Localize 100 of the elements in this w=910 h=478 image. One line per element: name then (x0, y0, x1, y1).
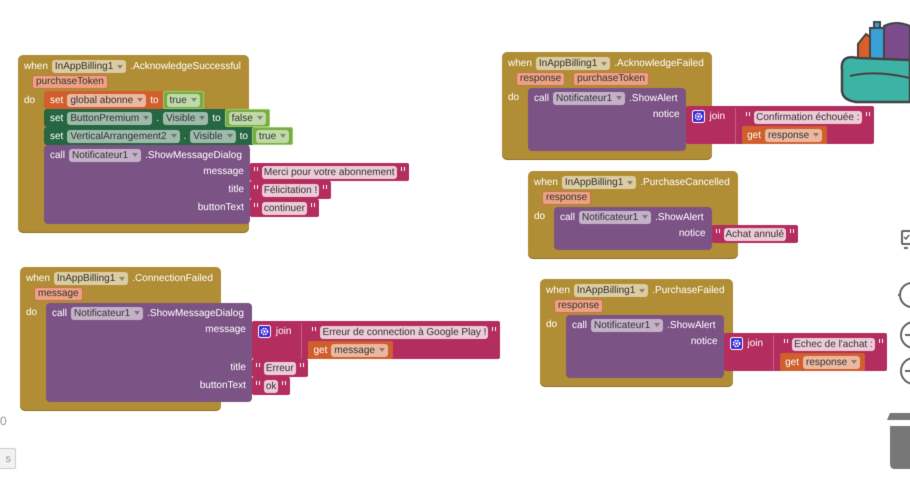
keyword-label: do (508, 91, 520, 105)
component-dropdown[interactable]: InAppBilling1 (536, 57, 610, 70)
keyword-label: do (26, 306, 38, 320)
argument-label: buttonText (198, 201, 244, 213)
keyword-label: join (748, 338, 764, 348)
keyword-label: do (546, 318, 558, 332)
keyword-label: . (156, 112, 160, 124)
dropdown-arrow-icon (280, 134, 286, 138)
dropdown-arrow-icon (601, 62, 608, 66)
argument-label: notice (690, 335, 718, 347)
keyword-label: get (785, 356, 799, 368)
method-name: .ShowAlert (655, 212, 704, 222)
component-dropdown[interactable]: ButtonPremium (67, 112, 152, 124)
keyword-label: when (24, 61, 48, 72)
dropdown-arrow-icon (616, 96, 622, 100)
text-value: Erreur de connection à Google Play ! (320, 326, 488, 338)
argument-label: title (228, 183, 244, 195)
parameter-chip[interactable]: response (554, 299, 604, 313)
keyword-label: call (534, 92, 550, 104)
text-value: Merci pour votre abonnement (262, 166, 396, 178)
component-dropdown[interactable]: Notificateur1 (69, 148, 142, 162)
component-dropdown[interactable]: InAppBilling1 (574, 284, 648, 297)
keyword-label: call (52, 308, 68, 318)
dropdown-arrow-icon (639, 288, 646, 292)
keyword-label: call (560, 212, 576, 222)
text-value: Erreur (264, 362, 296, 374)
cut-text: 0 (0, 414, 7, 428)
parameter-chip[interactable]: purchaseToken (32, 75, 108, 89)
argument-label: notice (652, 108, 680, 120)
keyword-label: to (150, 94, 159, 106)
argument-label: notice (678, 227, 706, 239)
keyword-label: set (50, 112, 64, 124)
keyword-label: join (710, 110, 726, 122)
event-name: .AcknowledgeSuccessful (130, 61, 241, 72)
event-name: .AcknowledgeFailed (614, 58, 704, 69)
event-name: .PurchaseFailed (652, 285, 725, 296)
method-name: .ShowMessageDialog (145, 150, 242, 160)
boolean-dropdown[interactable]: false (228, 112, 266, 124)
property-dropdown[interactable]: Visible (163, 112, 208, 124)
text-value: Félicitation ! (262, 184, 320, 196)
event-name: .PurchaseCancelled (640, 177, 730, 188)
keyword-label: when (546, 285, 570, 296)
method-name: .ShowMessageDialog (147, 308, 244, 318)
text-value: Confirmation échouée : (754, 110, 862, 124)
gear-icon[interactable] (730, 336, 743, 350)
keyword-label: get (313, 344, 328, 356)
keyword-label: to (212, 112, 221, 124)
boolean-dropdown[interactable]: true (166, 94, 200, 106)
parameter-chip[interactable]: response (542, 191, 592, 205)
keyword-label: set (50, 94, 64, 106)
parameter-chip[interactable]: response (516, 72, 566, 86)
variable-dropdown[interactable]: message (331, 344, 388, 356)
trash-icon[interactable] (887, 410, 910, 469)
keyword-label: . (184, 130, 186, 142)
argument-label: title (230, 361, 246, 373)
dropdown-arrow-icon (137, 98, 144, 102)
argument-label: buttonText (200, 379, 246, 391)
variable-dropdown[interactable]: response (765, 128, 822, 142)
boolean-dropdown[interactable]: true (256, 130, 290, 142)
component-dropdown[interactable]: InAppBilling1 (54, 272, 128, 285)
keyword-label: set (50, 130, 64, 142)
text-value: Echec de l'achat : (792, 338, 875, 350)
dropdown-arrow-icon (378, 348, 385, 352)
argument-label: message (203, 165, 244, 177)
dropdown-arrow-icon (256, 116, 263, 120)
keyword-label: do (24, 94, 36, 108)
component-dropdown[interactable]: InAppBilling1 (52, 60, 126, 73)
component-dropdown[interactable]: Notificateur1 (579, 210, 652, 224)
component-dropdown[interactable]: Notificateur1 (553, 92, 626, 104)
component-dropdown[interactable]: Notificateur1 (71, 306, 144, 320)
variable-dropdown[interactable]: global abonne (67, 94, 146, 106)
quote-icon (866, 112, 870, 116)
keyword-label: call (572, 320, 588, 330)
keyword-label: call (50, 150, 66, 160)
component-dropdown[interactable]: Notificateur1 (591, 318, 664, 332)
gear-icon[interactable] (692, 110, 705, 122)
dropdown-arrow-icon (119, 276, 126, 280)
component-dropdown[interactable]: VerticalArrangement2 (67, 130, 180, 142)
parameter-chip[interactable]: purchaseToken (573, 72, 649, 86)
text-value: ok (264, 380, 278, 392)
text-value: Achat annulé (724, 228, 786, 240)
argument-label: message (205, 323, 246, 335)
keyword-label: get (747, 130, 761, 140)
keyword-label: do (534, 210, 546, 224)
gear-icon[interactable] (258, 324, 271, 338)
dropdown-arrow-icon (132, 153, 138, 157)
component-dropdown[interactable]: InAppBilling1 (562, 176, 636, 189)
dropdown-arrow-icon (117, 64, 124, 68)
dropdown-arrow-icon (143, 116, 150, 120)
dropdown-arrow-icon (170, 134, 177, 138)
dropdown-arrow-icon (199, 116, 206, 120)
dropdown-arrow-icon (190, 98, 197, 102)
keyword-label: when (534, 177, 558, 188)
property-dropdown[interactable]: Visible (190, 130, 236, 142)
parameter-chip[interactable]: message (34, 287, 83, 301)
variable-dropdown[interactable]: response (803, 356, 860, 368)
dropdown-arrow-icon (226, 134, 233, 138)
dropdown-arrow-icon (627, 180, 634, 184)
quote-icon (400, 167, 404, 171)
keyword-label: to (240, 130, 248, 142)
